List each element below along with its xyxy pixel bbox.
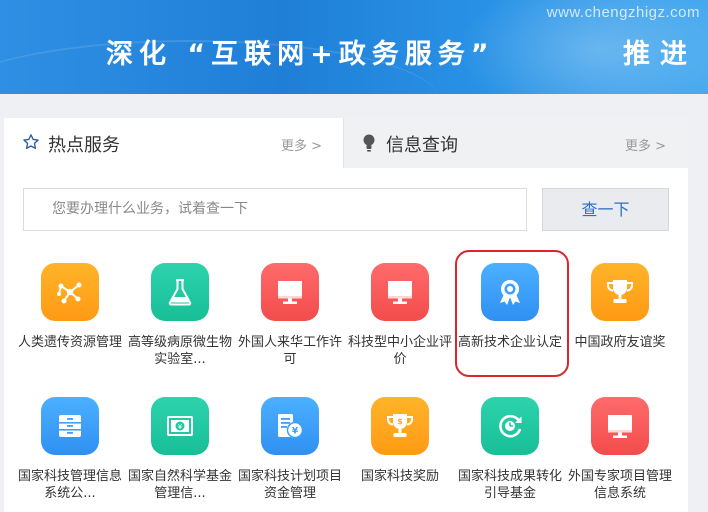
service-item[interactable]: 中国政府友谊奖 xyxy=(565,263,675,351)
flask-icon xyxy=(151,263,209,321)
highlight-box xyxy=(455,250,569,377)
service-item[interactable]: 人类遗传资源管理 xyxy=(15,263,125,351)
banner-slogan: 深化 “互联网+政务服务” xyxy=(106,39,495,70)
service-label: 国家科技管理信息系统公... xyxy=(17,469,122,501)
service-item[interactable]: 外国人来华工作许可 xyxy=(235,263,345,368)
top-banner: www.chengzhigz.com 深化 “互联网+政务服务” 推进 xyxy=(0,0,708,94)
monitor-icon xyxy=(371,263,429,321)
service-label: 国家自然科学基金管理信... xyxy=(127,469,232,501)
hot-more-link[interactable]: 更多 > xyxy=(281,135,322,154)
monitor-icon xyxy=(261,263,319,321)
tab-info-query[interactable]: 信息查询 更多 > xyxy=(343,118,689,168)
svg-text:¥: ¥ xyxy=(178,423,183,431)
money-icon: ¥ xyxy=(151,397,209,455)
service-label: 国家科技计划项目资金管理 xyxy=(237,469,342,501)
service-label: 国家科技奖励 xyxy=(360,469,439,484)
star-icon xyxy=(23,134,39,150)
molecule-icon xyxy=(41,263,99,321)
service-label: 人类遗传资源管理 xyxy=(17,335,122,350)
tab-info-label: 信息查询 xyxy=(386,135,458,156)
svg-text:$: $ xyxy=(397,417,403,426)
cabinet-icon xyxy=(41,397,99,455)
site-watermark: www.chengzhigz.com xyxy=(546,4,700,21)
service-item[interactable]: $ 国家科技奖励 xyxy=(345,397,455,485)
service-label: 外国专家项目管理信息系统 xyxy=(567,469,672,501)
fund-icon: ¥ xyxy=(261,397,319,455)
tab-hot-services[interactable]: 热点服务 更多 > xyxy=(4,118,343,168)
service-item[interactable]: 外国专家项目管理信息系统 xyxy=(565,397,675,502)
service-item[interactable]: 科技型中小企业评价 xyxy=(345,263,455,368)
info-more-link[interactable]: 更多 > xyxy=(625,135,666,154)
monitor-icon xyxy=(591,397,649,455)
svg-text:¥: ¥ xyxy=(292,427,299,437)
service-label: 外国人来华工作许可 xyxy=(237,335,342,367)
service-item[interactable]: 国家科技管理信息系统公... xyxy=(15,397,125,502)
service-item[interactable]: 高等级病原微生物实验室... xyxy=(125,263,235,368)
banner-slogan-tail: 推进 xyxy=(623,39,697,70)
lightbulb-icon xyxy=(363,134,375,152)
service-item[interactable]: 国家科技成果转化引导基金 xyxy=(455,397,565,502)
service-panel: 热点服务 更多 > 信息查询 更多 > 您要办理什么业务，试着查一下 查一下 人… xyxy=(4,118,689,512)
service-label: 中国政府友谊奖 xyxy=(574,335,666,350)
service-item[interactable]: ¥ 国家自然科学基金管理信... xyxy=(125,397,235,502)
service-label: 国家科技成果转化引导基金 xyxy=(457,469,562,501)
trophy-icon: $ xyxy=(371,397,429,455)
service-item[interactable]: ¥ 国家科技计划项目资金管理 xyxy=(235,397,345,502)
service-label: 科技型中小企业评价 xyxy=(347,335,452,367)
search-button[interactable]: 查一下 xyxy=(542,188,669,231)
tab-hot-label: 热点服务 xyxy=(48,135,120,156)
service-label: 高等级病原微生物实验室... xyxy=(127,335,232,367)
trophy-icon xyxy=(591,263,649,321)
cycle-icon xyxy=(481,397,539,455)
search-input[interactable]: 您要办理什么业务，试着查一下 xyxy=(23,188,527,231)
